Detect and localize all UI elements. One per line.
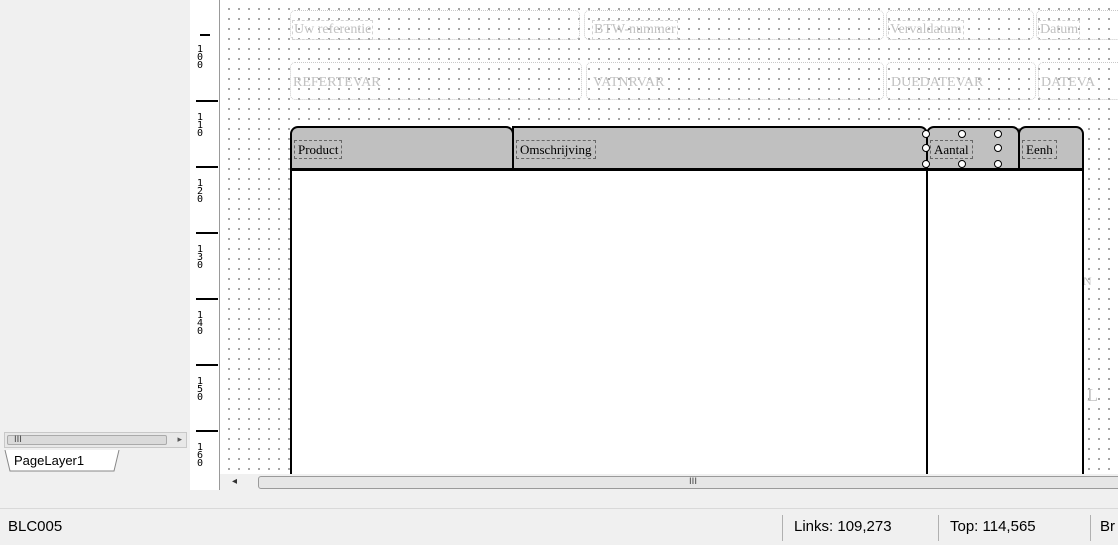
label-vervaldatum[interactable]: Vervaldatum (888, 20, 964, 40)
canvas-hscrollbar[interactable]: ◂ III (228, 474, 1118, 491)
ruler-tick (196, 298, 218, 300)
tab-pagelayer1[interactable]: PageLayer1 (4, 450, 120, 472)
column-label-eenheid[interactable]: Eenh (1022, 140, 1057, 159)
column-body-product[interactable] (290, 168, 514, 474)
column-label-aantal[interactable]: Aantal (930, 140, 973, 159)
status-left-coord: Links: 109,273 (794, 518, 892, 535)
ruler-label-110: 110 (196, 112, 204, 139)
scroll-right-arrow-icon[interactable]: ▸ (177, 435, 182, 445)
label-uw-referentie[interactable]: Uw referentie (292, 20, 374, 40)
label-datum[interactable]: Datum (1038, 20, 1081, 40)
layer-scrollbar[interactable]: III ▸ (4, 432, 187, 448)
status-extra: Br (1100, 518, 1115, 535)
ruler-tick (196, 232, 218, 234)
report-canvas[interactable]: Uw referentie BTW-nummer Vervaldatum Dat… (220, 0, 1118, 474)
column-header-product[interactable]: Product (290, 126, 514, 170)
canvas-scroll-thumb[interactable]: III (258, 476, 1118, 489)
status-top-coord: Top: 114,565 (950, 518, 1036, 535)
column-label-product[interactable]: Product (294, 140, 343, 159)
resize-handle-icon[interactable] (958, 130, 966, 138)
ruler-label-130: 130 (196, 244, 204, 271)
resize-handle-icon[interactable] (994, 130, 1002, 138)
ruler-label-120: 120 (196, 178, 204, 205)
resize-handle-icon[interactable] (994, 144, 1002, 152)
resize-handle-icon[interactable] (922, 144, 930, 152)
tab-label: PageLayer1 (14, 453, 85, 468)
ruler-label-140: 140 (196, 310, 204, 337)
ruler-label-150: 150 (196, 376, 204, 403)
column-header-omschrijving[interactable]: Omschrijving (512, 126, 928, 170)
resize-handle-icon[interactable] (994, 160, 1002, 168)
ruler-tick (196, 430, 218, 432)
resize-handle-icon[interactable] (958, 160, 966, 168)
ruler-tick (196, 100, 218, 102)
scroll-left-arrow-icon[interactable]: ◂ (232, 476, 237, 487)
status-divider (782, 515, 783, 541)
column-label-omschrijving[interactable]: Omschrijving (516, 140, 596, 159)
ghost-fragment: L (1087, 385, 1098, 405)
resize-handle-icon[interactable] (922, 130, 930, 138)
value-vatnrvar[interactable]: VATNRVAR (592, 74, 666, 92)
value-refertevar[interactable]: REFERTEVAR (292, 74, 382, 92)
status-divider (1090, 515, 1091, 541)
ruler-label-100: 100 (196, 44, 204, 71)
ruler-tick (200, 34, 210, 36)
column-header-aantal[interactable]: Aantal (926, 126, 1020, 170)
column-body-aantal[interactable] (926, 168, 1020, 474)
status-document: BLC005 (8, 518, 63, 535)
ruler-tick (196, 166, 218, 168)
ruler-tick (196, 364, 218, 366)
label-btw-nummer[interactable]: BTW-nummer (592, 20, 678, 40)
layer-scroll-thumb[interactable]: III (7, 435, 167, 445)
status-bar: BLC005 Links: 109,273 Top: 114,565 Br (0, 508, 1118, 545)
column-body-omschrijving[interactable] (512, 168, 928, 474)
column-body-eenheid[interactable] (1018, 168, 1084, 474)
layer-panel: III ▸ PageLayer1 (0, 0, 190, 508)
value-duedatevar[interactable]: DUEDATEVAR (890, 74, 984, 92)
resize-handle-icon[interactable] (922, 160, 930, 168)
column-header-eenheid[interactable]: Eenh (1018, 126, 1084, 170)
value-dateva[interactable]: DATEVA (1040, 74, 1096, 92)
status-divider (938, 515, 939, 541)
vertical-ruler: 100 110 120 130 140 150 160 (190, 0, 220, 490)
ruler-label-160: 160 (196, 442, 204, 469)
